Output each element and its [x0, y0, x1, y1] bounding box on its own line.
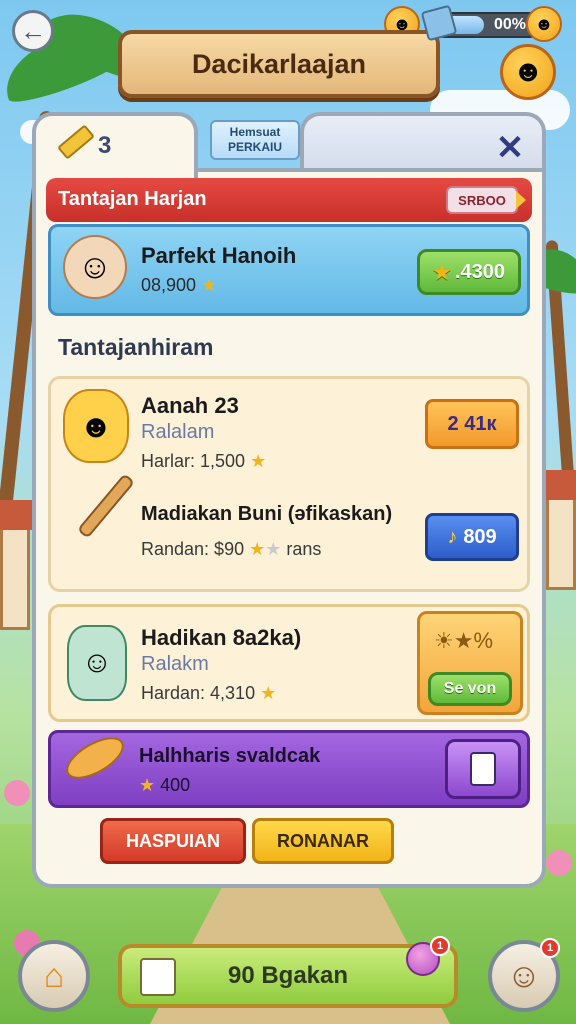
document-icon: [470, 752, 496, 786]
profile-face-button[interactable]: ☻: [500, 44, 556, 100]
close-icon: ✕: [495, 129, 525, 167]
task-reward-suffix: rans: [286, 539, 322, 559]
reward-icons: ☀★%: [434, 628, 494, 653]
back-button[interactable]: ←: [12, 10, 54, 52]
star-icon: ★: [250, 451, 267, 471]
tab-chip-line1: Hemsuat: [229, 125, 281, 139]
star-empty-icon: ★: [265, 539, 282, 559]
daily-reward-value: 08,900: [141, 275, 197, 295]
daily-title: Parfekt Hanoih: [141, 243, 297, 268]
brush-icon: [76, 473, 136, 539]
bottom-main-label: 90 Bgakan: [227, 962, 349, 989]
task-reward: Hardan: 4,310 ★: [141, 683, 276, 704]
task-reward-panel: ☀★% Se von: [417, 611, 523, 715]
chevron-right-icon: [516, 191, 526, 209]
special-reward-value: 400: [160, 775, 191, 795]
special-task-button[interactable]: [445, 739, 521, 799]
special-reward: ★ 400: [139, 775, 190, 796]
character-avatar-icon: ☺: [67, 625, 127, 701]
receipt-icon: [140, 958, 176, 996]
task-claim-label: 809: [463, 525, 497, 548]
page-title: Dacikarlaajan: [118, 30, 440, 98]
task-group-card: ☻ Aanah 23 Ralalam Harlar: 1,500 ★ 2 41к…: [48, 376, 530, 592]
daily-reward: 08,900 ★: [141, 275, 217, 296]
task-reward: Randan: $90 ★★ rans: [141, 539, 321, 560]
character-avatar-icon: ☺: [63, 235, 127, 299]
star-icon: ★: [433, 261, 451, 284]
lion-mascot-icon: ☻: [63, 389, 129, 463]
star-icon: ★: [260, 683, 277, 703]
task-reward-value: Randan: $90: [141, 539, 245, 559]
section-title: Tantajanhiram: [58, 334, 214, 360]
progress-percent: 00%: [493, 16, 526, 33]
house-icon: ⌂: [43, 956, 65, 995]
bottom-main-button[interactable]: 90 Bgakan 1: [118, 936, 458, 1008]
star-icon: ★: [139, 775, 156, 795]
tab-count: 3: [98, 132, 112, 159]
task-reward: Harlar: 1,500 ★: [141, 451, 266, 472]
task-claim-button[interactable]: ♪ 809: [425, 513, 519, 561]
star-icon: ★: [249, 539, 266, 559]
star-icon: ★: [201, 275, 218, 295]
pencil-icon: [57, 124, 95, 160]
house: [0, 520, 30, 630]
house-roof: [542, 470, 576, 500]
flower: [4, 780, 30, 806]
challenge-panel: 3 Hemsuat PERKAIU ✕ Tantajan Harjan SRBO…: [32, 112, 546, 888]
task-subtitle: Ralakm: [141, 653, 209, 675]
task-reward-value: Harlar: 1,500: [141, 451, 246, 471]
coin-icon: ♪: [447, 525, 458, 548]
home-button[interactable]: ⌂: [18, 940, 90, 1012]
daily-claim-button[interactable]: ★ .4300: [417, 249, 521, 295]
tab-chip[interactable]: Hemsuat PERKAIU: [210, 120, 300, 160]
tab-primary[interactable]: 3: [32, 112, 198, 178]
task-card: ☺ Hadikan 8a2ka) Ralakm Hardan: 4,310 ★ …: [48, 604, 530, 722]
flower: [546, 850, 572, 876]
special-title: Halhharis svaldcak: [139, 745, 321, 767]
special-task-card: Halhharis svaldcak ★ 400: [48, 729, 530, 808]
daily-challenge-card: ☺ Parfekt Hanoih 08,900 ★ ★ .4300: [48, 224, 530, 316]
daily-claim-label: .4300: [454, 260, 505, 283]
notification-badge: 1: [430, 936, 450, 956]
daily-badge[interactable]: SRBOO: [446, 186, 526, 214]
right-action-button[interactable]: RONANAR: [252, 818, 394, 864]
house-roof: [0, 500, 34, 530]
avatar: ☺: [506, 956, 542, 995]
left-action-button[interactable]: HASPUIAN: [100, 818, 246, 864]
task-go-button[interactable]: Se von: [428, 672, 512, 706]
daily-challenge-header: Tantajan Harjan SRBOO: [46, 178, 532, 222]
task-claim-button[interactable]: 2 41к: [425, 399, 519, 449]
tab-chip-line2: PERKAIU: [227, 140, 282, 154]
close-button[interactable]: ✕: [490, 128, 530, 168]
daily-header-label: Tantajan Harjan: [58, 188, 207, 210]
daily-badge-label: SRBOO: [458, 192, 506, 208]
notification-badge: 1: [540, 938, 560, 958]
task-subtitle: Ralalam: [141, 421, 215, 443]
fish-icon: [59, 729, 131, 787]
task-title: Aanah 23: [141, 393, 239, 418]
task-title: Hadikan 8a2ka): [141, 625, 302, 650]
smiley-face-icon: ☻: [526, 6, 562, 42]
task-reward-value: Hardan: 4,310: [141, 683, 256, 703]
task-title: Madiakan Buni (əfikaskan): [141, 503, 393, 525]
arrow-left-icon: ←: [20, 15, 46, 46]
